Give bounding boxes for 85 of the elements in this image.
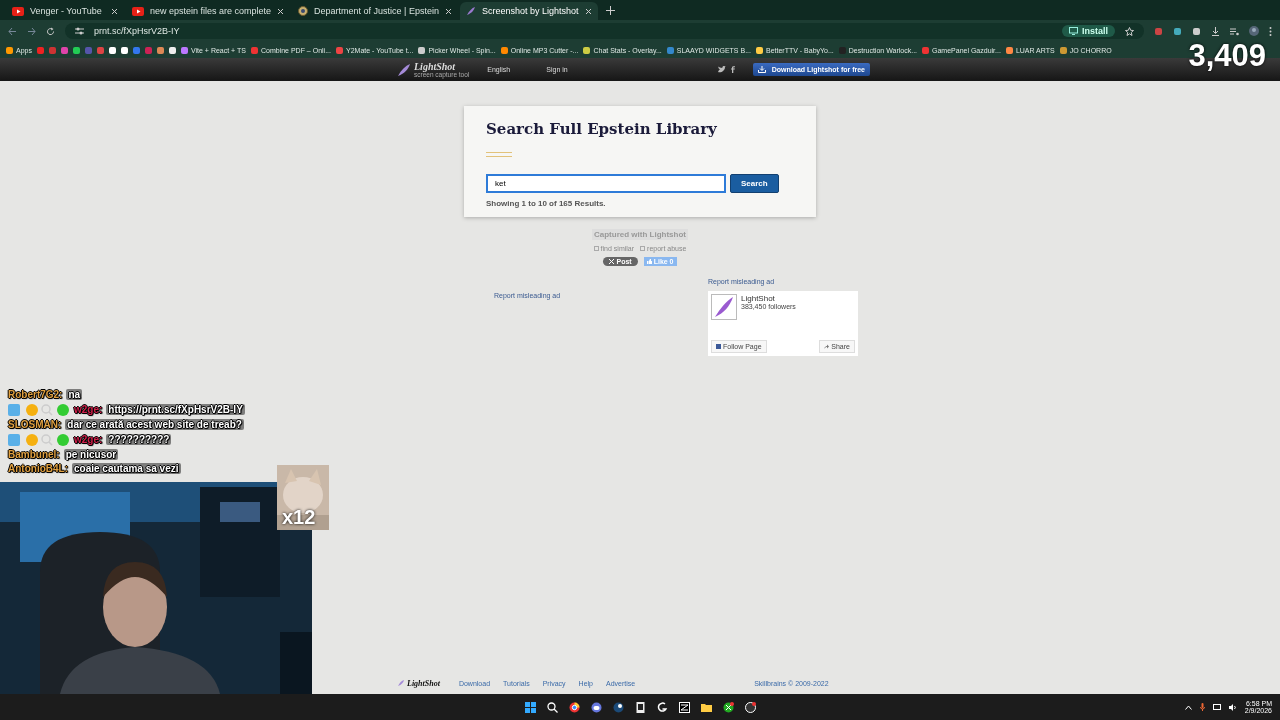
- network-icon[interactable]: [1212, 703, 1221, 711]
- chat-message: pe nicusor: [63, 449, 119, 460]
- install-button[interactable]: Install: [1062, 25, 1115, 37]
- chat-message: coaie cautama sa vezi: [72, 463, 181, 474]
- microphone-icon[interactable]: [1199, 703, 1205, 711]
- feather-icon: [466, 6, 476, 16]
- x-logo-icon: [609, 259, 615, 264]
- g-logo-icon[interactable]: [657, 701, 668, 713]
- chat-username: w2ge:: [74, 404, 103, 415]
- page-icon: [640, 246, 646, 251]
- browser-tab[interactable]: Venger - YouTube: [6, 2, 124, 20]
- card-title: Search Full Epstein Library: [486, 120, 718, 138]
- page-icon: [593, 246, 599, 251]
- back-icon[interactable]: [8, 26, 17, 36]
- page-name[interactable]: LightShot: [741, 294, 796, 303]
- game-store-icon[interactable]: [635, 701, 646, 713]
- capture-caption: Captured with Lightshot: [592, 229, 688, 240]
- chat-username: SLOSMAN:: [8, 419, 62, 430]
- search-icon[interactable]: [547, 701, 558, 713]
- steam-icon[interactable]: [613, 701, 624, 713]
- chevron-up-icon[interactable]: [1184, 704, 1192, 710]
- reload-icon[interactable]: [46, 26, 55, 36]
- monitor-icon: [1069, 27, 1078, 35]
- chat-message: ??????????: [106, 434, 172, 445]
- site-logo[interactable]: LightShot: [414, 60, 470, 72]
- browser-tab[interactable]: Screenshot by Lightshot: [460, 2, 598, 20]
- search-button[interactable]: Search: [730, 174, 779, 193]
- site-settings-icon[interactable]: [75, 27, 84, 35]
- plus-icon[interactable]: [605, 6, 615, 15]
- game-launcher-icon[interactable]: [745, 701, 756, 713]
- facebook-icon[interactable]: [730, 66, 735, 73]
- close-icon: [445, 7, 452, 15]
- windows-icon[interactable]: [525, 701, 536, 713]
- feather-logo-icon: [711, 294, 737, 320]
- browser-tab[interactable]: Department of Justice | Epstein: [292, 2, 458, 20]
- chat-username: AntonioB4L:: [8, 463, 68, 474]
- chat-username: Robert7G2:: [8, 389, 63, 400]
- close-icon: [277, 7, 285, 15]
- footer-logo[interactable]: LightShot: [397, 678, 440, 688]
- bookmark-icon: [336, 46, 343, 54]
- chat-message: dar ce arată acest web site de treab?: [65, 419, 244, 430]
- bookmark-icon: [756, 46, 763, 54]
- feather-logo-icon: [397, 679, 405, 687]
- media-icon[interactable]: [1230, 26, 1239, 36]
- bookmark-icon: [583, 46, 591, 54]
- download-tray-icon: [757, 66, 766, 73]
- bookmark-icon: [838, 46, 846, 54]
- bookmark-icon: [418, 46, 426, 54]
- feather-logo-icon: [397, 62, 411, 77]
- bookmark-icon: [666, 46, 674, 54]
- avatar-icon[interactable]: [1249, 26, 1259, 36]
- bookmark-icon: [922, 46, 929, 54]
- address-bar[interactable]: prnt.sc/fXpHsrV2B-IY: [94, 26, 180, 36]
- facebook-icon: [716, 344, 721, 349]
- browser-tab[interactable]: new epstein files are complete: [126, 2, 291, 20]
- chat-username: w2ge:: [74, 434, 103, 445]
- bookmark-icon: [1005, 46, 1013, 54]
- folder-icon[interactable]: [701, 701, 712, 713]
- chat-app-icon[interactable]: [591, 701, 602, 713]
- video-play-icon: [132, 6, 144, 16]
- chat-message: https://prnt.sc/fXpHsrV2B-IY: [106, 404, 245, 415]
- bookmark-icon: [500, 46, 508, 54]
- video-play-icon: [12, 6, 24, 16]
- viewer-count: 3,409: [1188, 38, 1266, 74]
- bookmark-icon: [6, 46, 13, 54]
- star-icon[interactable]: [1125, 26, 1134, 36]
- search-field[interactable]: ket: [486, 174, 726, 193]
- share-icon: [824, 344, 830, 349]
- chat-username: Bambunel:: [8, 449, 60, 460]
- speaker-icon[interactable]: [1228, 703, 1237, 711]
- app-icon[interactable]: [679, 701, 690, 713]
- twitter-icon[interactable]: [717, 66, 726, 73]
- close-icon: [111, 7, 118, 15]
- xbox-icon[interactable]: [723, 701, 734, 713]
- thumbs-up-icon: [646, 259, 652, 264]
- forward-icon[interactable]: [27, 26, 36, 36]
- download-icon[interactable]: [1211, 26, 1220, 36]
- results-count: Showing 1 to 10 of 165 Results.: [486, 199, 607, 208]
- bookmark-icon: [1059, 46, 1067, 54]
- chat-message: na: [66, 389, 83, 400]
- seal-icon: [298, 6, 309, 16]
- close-icon: [584, 7, 592, 15]
- bookmark-icon: [250, 46, 258, 54]
- browser-icon[interactable]: [569, 701, 580, 713]
- more-icon[interactable]: [1269, 26, 1272, 36]
